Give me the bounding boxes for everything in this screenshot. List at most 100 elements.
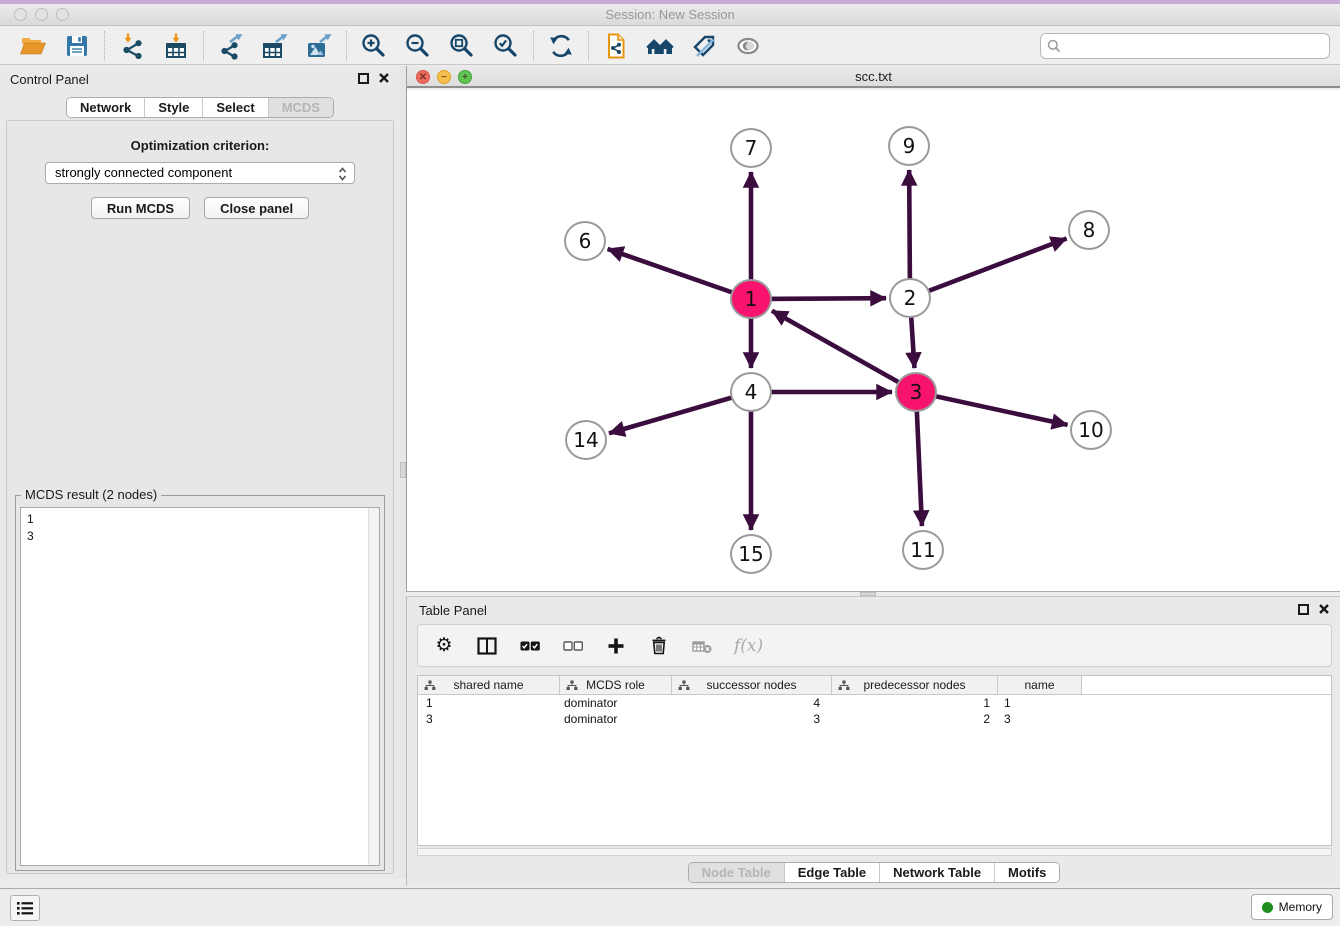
export-table-icon[interactable] <box>261 32 289 60</box>
plus-icon[interactable] <box>605 635 627 657</box>
criterion-select[interactable]: strongly connected component <box>45 162 355 184</box>
graph-edge-3-1[interactable] <box>772 311 916 392</box>
network-canvas[interactable]: 7 9 6 8 1 2 4 3 14 10 15 11 <box>407 90 1340 591</box>
memory-button[interactable]: Memory <box>1251 894 1333 920</box>
select-stepper-icon <box>338 166 347 188</box>
delete-table-icon[interactable] <box>691 635 713 657</box>
close-panel-button[interactable]: Close panel <box>204 197 309 219</box>
graph-edge-3-11[interactable] <box>916 392 922 526</box>
network-file-icon[interactable] <box>602 32 630 60</box>
table-cell[interactable]: 1 <box>418 695 560 711</box>
mcds-result-text[interactable]: 1 3 <box>20 507 380 866</box>
network-window-title: scc.txt <box>855 69 892 84</box>
graph-node-7[interactable]: 7 <box>730 128 772 168</box>
select-all-checkboxes-icon[interactable] <box>519 635 541 657</box>
column-header-predecessor-nodes[interactable]: predecessor nodes <box>832 676 998 694</box>
trash-icon[interactable] <box>648 635 670 657</box>
close-network-icon[interactable]: ✕ <box>416 70 430 84</box>
column-label: name <box>1024 678 1054 692</box>
float-panel-icon[interactable] <box>358 73 369 84</box>
maximize-window-icon[interactable] <box>56 8 69 21</box>
column-header-shared-name[interactable]: shared name <box>418 676 560 694</box>
zoom-out-icon[interactable] <box>404 32 432 60</box>
table-cell[interactable]: 3 <box>418 711 560 727</box>
save-floppy-icon[interactable] <box>63 32 91 60</box>
table-row[interactable]: 3dominator323 <box>418 711 1331 727</box>
column-header-successor-nodes[interactable]: successor nodes <box>672 676 832 694</box>
function-builder-icon[interactable]: f(x) <box>734 636 763 656</box>
eye-icon[interactable] <box>734 32 762 60</box>
import-network-icon[interactable] <box>118 32 146 60</box>
graph-node-11[interactable]: 11 <box>902 530 944 570</box>
tab-mcds[interactable]: MCDS <box>268 98 333 117</box>
search-input[interactable] <box>1040 33 1330 59</box>
label-tag-icon[interactable] <box>690 32 718 60</box>
refresh-icon[interactable] <box>547 32 575 60</box>
import-table-icon[interactable] <box>162 32 190 60</box>
table-cell[interactable]: 1 <box>998 695 1082 711</box>
table-cell[interactable]: 4 <box>672 695 832 711</box>
table-cell[interactable]: 3 <box>672 711 832 727</box>
gear-icon[interactable]: ⚙ <box>433 635 455 657</box>
graph-node-9[interactable]: 9 <box>888 126 930 166</box>
result-scrollbar[interactable] <box>368 508 379 865</box>
houses-icon[interactable] <box>646 32 674 60</box>
table-header-row: shared name MCDS role successor nodes prede… <box>418 676 1331 695</box>
tab-network-table[interactable]: Network Table <box>879 863 994 882</box>
float-table-panel-icon[interactable] <box>1298 604 1309 615</box>
window-controls[interactable] <box>14 8 69 21</box>
graph-edge-1-6[interactable] <box>608 249 751 299</box>
column-header-mcds-role[interactable]: MCDS role <box>560 676 672 694</box>
graph-node-2[interactable]: 2 <box>889 278 931 318</box>
table-row[interactable]: 1dominator411 <box>418 695 1331 711</box>
export-network-icon[interactable] <box>217 32 245 60</box>
close-panel-icon[interactable] <box>378 72 390 84</box>
tab-style[interactable]: Style <box>144 98 202 117</box>
graph-edge-2-8[interactable] <box>910 239 1067 298</box>
graph-node-8[interactable]: 8 <box>1068 210 1110 250</box>
maximize-network-icon[interactable]: + <box>458 70 472 84</box>
run-mcds-button[interactable]: Run MCDS <box>91 197 190 219</box>
graph-node-15[interactable]: 15 <box>730 534 772 574</box>
table-cell[interactable]: dominator <box>560 695 672 711</box>
control-panel-title: Control Panel <box>10 72 89 87</box>
network-window-titlebar[interactable]: ✕ − + scc.txt <box>407 66 1340 88</box>
graph-edge-4-14[interactable] <box>609 392 751 433</box>
zoom-fit-icon[interactable] <box>448 32 476 60</box>
table-cell[interactable]: dominator <box>560 711 672 727</box>
graph-edge-3-10[interactable] <box>916 392 1068 425</box>
column-label: successor nodes <box>706 678 796 692</box>
graph-node-3[interactable]: 3 <box>895 372 937 412</box>
tab-select[interactable]: Select <box>202 98 267 117</box>
node-table: shared name MCDS role successor nodes prede… <box>417 675 1332 846</box>
main-toolbar <box>0 27 1340 65</box>
minimize-window-icon[interactable] <box>35 8 48 21</box>
graph-node-1[interactable]: 1 <box>730 279 772 319</box>
column-label: shared name <box>453 678 523 692</box>
graph-node-6[interactable]: 6 <box>564 221 606 261</box>
split-columns-icon[interactable] <box>476 635 498 657</box>
close-table-panel-icon[interactable] <box>1318 603 1330 615</box>
tab-node-table[interactable]: Node Table <box>689 863 784 882</box>
column-header-name[interactable]: name <box>998 676 1082 694</box>
table-hscrollbar[interactable] <box>417 848 1332 856</box>
column-label: predecessor nodes <box>863 678 965 692</box>
zoom-in-icon[interactable] <box>360 32 388 60</box>
tab-edge-table[interactable]: Edge Table <box>784 863 879 882</box>
tab-network[interactable]: Network <box>67 98 144 117</box>
table-cell[interactable]: 2 <box>832 711 998 727</box>
minimize-network-icon[interactable]: − <box>437 70 451 84</box>
memory-label: Memory <box>1279 900 1322 914</box>
table-cell[interactable]: 1 <box>832 695 998 711</box>
close-window-icon[interactable] <box>14 8 27 21</box>
table-cell[interactable]: 3 <box>998 711 1082 727</box>
open-folder-icon[interactable] <box>19 32 47 60</box>
task-monitor-button[interactable] <box>10 895 40 921</box>
graph-node-4[interactable]: 4 <box>730 372 772 412</box>
graph-node-14[interactable]: 14 <box>565 420 607 460</box>
deselect-all-checkboxes-icon[interactable] <box>562 635 584 657</box>
tab-motifs[interactable]: Motifs <box>994 863 1059 882</box>
zoom-selected-icon[interactable] <box>492 32 520 60</box>
export-image-icon[interactable] <box>305 32 333 60</box>
graph-node-10[interactable]: 10 <box>1070 410 1112 450</box>
